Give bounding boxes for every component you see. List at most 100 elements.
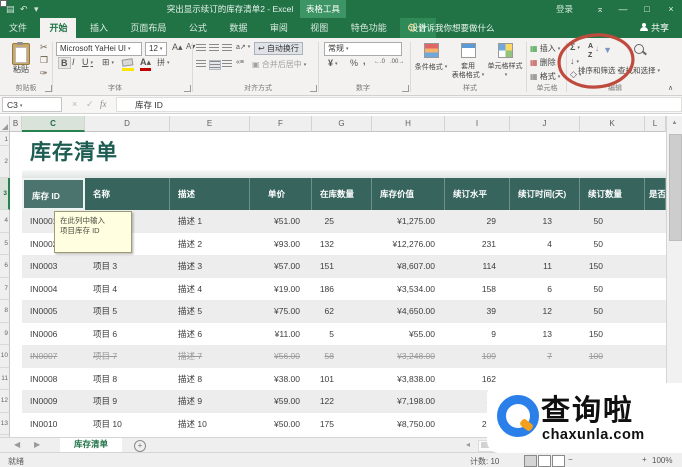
delete-icon: ▦: [530, 58, 538, 67]
paste-button[interactable]: 粘贴: [6, 64, 36, 75]
align-right-icon[interactable]: [222, 60, 232, 68]
maximize-button[interactable]: □: [636, 0, 658, 18]
tab-view[interactable]: 视图: [301, 18, 337, 38]
cancel-icon[interactable]: ×: [72, 96, 77, 112]
fx-icon[interactable]: fx: [100, 96, 107, 112]
tab-special-features[interactable]: 特色功能: [342, 18, 396, 38]
sort-filter-icon[interactable]: AZ ↓ ▼: [588, 42, 612, 62]
number-dialog-launcher-icon[interactable]: [402, 85, 409, 92]
column-header-J[interactable]: J: [510, 116, 580, 132]
column-header-F[interactable]: F: [250, 116, 312, 132]
cell-styles-button[interactable]: 单元格样式: [487, 43, 523, 80]
hscroll-left-icon[interactable]: ◂: [466, 438, 470, 452]
share-button[interactable]: 共享: [640, 18, 669, 38]
paste-icon[interactable]: [12, 42, 30, 65]
sign-in-button[interactable]: 登录: [556, 0, 573, 18]
column-header-D[interactable]: D: [85, 116, 170, 132]
format-cells-button[interactable]: ▦ 格式: [530, 71, 560, 82]
column-header-I[interactable]: I: [445, 116, 510, 132]
format-painter-icon[interactable]: ✑: [40, 68, 48, 79]
close-button[interactable]: ×: [660, 0, 682, 18]
comma-format-icon[interactable]: ,: [363, 56, 366, 66]
cut-icon[interactable]: ✂: [40, 42, 48, 53]
copy-icon[interactable]: ❐: [40, 55, 48, 66]
merge-center-button[interactable]: ▣ 合并后居中: [252, 59, 306, 70]
page-break-view-icon[interactable]: [552, 455, 565, 467]
phonetic-guide-icon[interactable]: 拼: [157, 57, 170, 68]
scroll-up-icon[interactable]: ▲: [667, 120, 682, 126]
tab-file[interactable]: 文件: [0, 18, 36, 38]
save-icon[interactable]: ▤: [6, 0, 15, 18]
column-header-E[interactable]: E: [170, 116, 250, 132]
sort-filter-button[interactable]: 排序和筛选: [578, 65, 620, 76]
underline-button[interactable]: U: [82, 57, 93, 67]
prev-sheet-icon[interactable]: ◀: [14, 438, 20, 452]
name-box[interactable]: C3: [2, 97, 62, 112]
column-header-H[interactable]: H: [372, 116, 445, 132]
page-layout-view-icon[interactable]: [538, 455, 551, 467]
orientation-icon[interactable]: a↗: [236, 43, 250, 51]
next-sheet-icon[interactable]: ▶: [34, 438, 40, 452]
minimize-button[interactable]: —: [612, 0, 634, 18]
align-center-icon[interactable]: [209, 60, 221, 70]
align-middle-icon[interactable]: [209, 44, 219, 52]
align-bottom-icon[interactable]: [222, 44, 232, 52]
new-sheet-icon[interactable]: +: [134, 440, 146, 452]
font-color-icon[interactable]: A▴: [140, 57, 151, 68]
align-left-icon[interactable]: [196, 60, 206, 68]
column-header-G[interactable]: G: [312, 116, 372, 132]
currency-format-icon[interactable]: ¥: [328, 58, 338, 68]
font-size-select[interactable]: 12: [145, 42, 167, 56]
tab-home[interactable]: 开始: [40, 18, 77, 38]
qat-customize-icon[interactable]: ▾: [34, 0, 39, 18]
bold-button[interactable]: B: [58, 57, 71, 69]
borders-icon[interactable]: ⊞: [102, 57, 114, 68]
italic-button[interactable]: I: [72, 57, 75, 67]
format-as-table-button[interactable]: 套用 表格格式: [450, 43, 486, 80]
clipboard-dialog-launcher-icon[interactable]: [45, 85, 52, 92]
decrease-decimal-icon[interactable]: .00→: [390, 59, 404, 65]
wrap-text-button[interactable]: ↩ 自动换行: [254, 42, 303, 55]
grow-font-icon[interactable]: A▴: [172, 42, 183, 53]
select-all-button[interactable]: [0, 116, 10, 132]
find-select-icon[interactable]: [634, 44, 644, 54]
insert-cells-button[interactable]: ▦ 插入: [530, 43, 560, 54]
zoom-out-icon[interactable]: −: [568, 455, 573, 464]
zoom-level[interactable]: 100%: [652, 456, 672, 465]
delete-cells-button[interactable]: ▦ 删除: [530, 57, 560, 68]
font-family-select[interactable]: Microsoft YaHei UI: [56, 42, 142, 56]
shrink-font-icon[interactable]: A▾: [186, 42, 195, 51]
tab-review[interactable]: 审阅: [261, 18, 297, 38]
autosum-icon[interactable]: Σ: [570, 42, 580, 52]
undo-icon[interactable]: ↶: [20, 0, 28, 18]
decrease-indent-icon[interactable]: «≡: [236, 59, 244, 66]
tab-formulas[interactable]: 公式: [180, 18, 216, 38]
column-header-L[interactable]: L: [645, 116, 666, 132]
align-top-icon[interactable]: [196, 44, 206, 52]
font-dialog-launcher-icon[interactable]: [184, 85, 191, 92]
tab-page-layout[interactable]: 页面布局: [121, 18, 175, 38]
vertical-scroll-thumb[interactable]: [669, 134, 682, 241]
formula-input[interactable]: 库存 ID: [116, 97, 682, 112]
zoom-in-icon[interactable]: +: [642, 455, 647, 464]
column-header-K[interactable]: K: [580, 116, 645, 132]
percent-format-icon[interactable]: %: [350, 58, 358, 68]
ribbon-display-options-icon[interactable]: ⌅: [592, 0, 608, 18]
conditional-formatting-button[interactable]: 条件格式: [413, 43, 449, 72]
normal-view-icon[interactable]: [524, 455, 537, 467]
enter-icon[interactable]: ✓: [86, 96, 94, 112]
alignment-dialog-launcher-icon[interactable]: [310, 85, 317, 92]
column-header-B[interactable]: B: [10, 116, 22, 132]
find-select-button[interactable]: 查找和选择: [618, 65, 660, 76]
column-header-C[interactable]: C: [22, 116, 85, 132]
collapse-ribbon-icon[interactable]: ∧: [668, 84, 673, 92]
tell-me-box[interactable]: 告诉我你想要做什么: [408, 18, 495, 38]
increase-decimal-icon[interactable]: ←.0: [374, 59, 385, 65]
tab-insert[interactable]: 插入: [81, 18, 117, 38]
clipboard-group-label: 剪贴板: [15, 85, 37, 92]
number-format-select[interactable]: 常规: [324, 42, 402, 56]
watermark-domain: chaxunla.com: [542, 427, 645, 443]
tab-data[interactable]: 数据: [220, 18, 256, 38]
conditional-formatting-icon: [423, 43, 439, 58]
fill-color-icon[interactable]: [121, 58, 134, 67]
